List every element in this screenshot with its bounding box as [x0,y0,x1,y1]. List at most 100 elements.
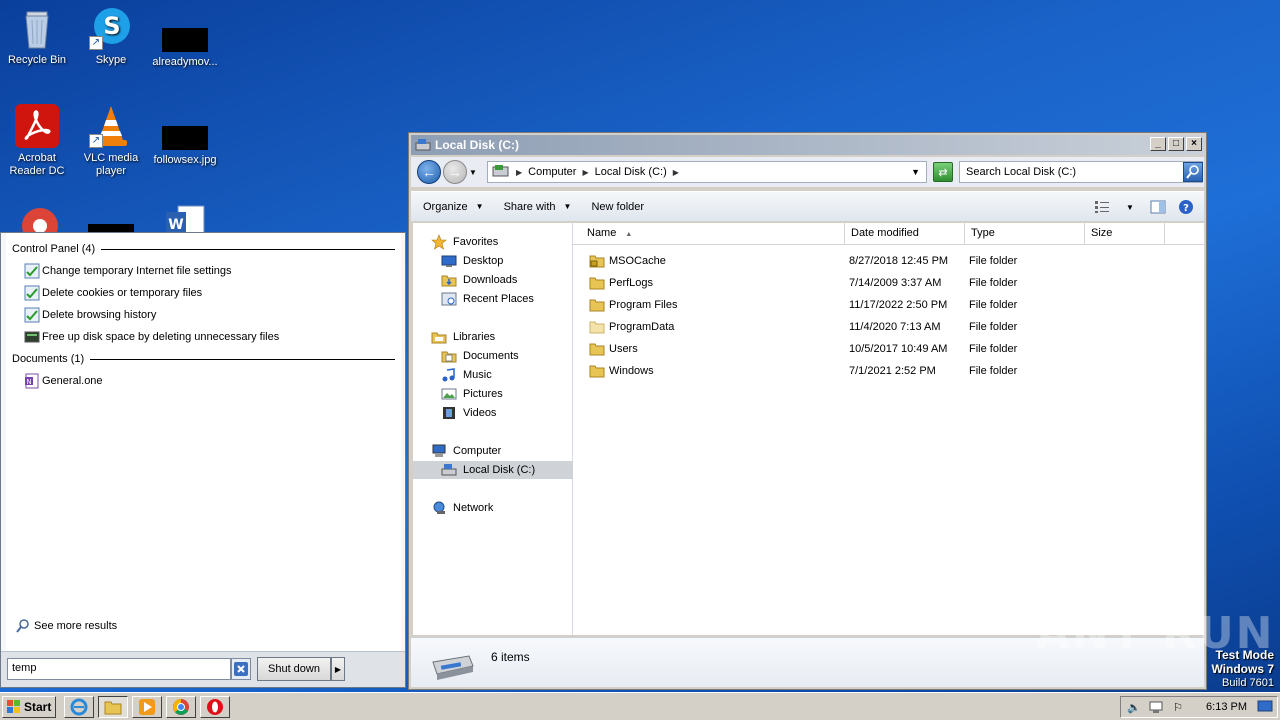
nav-network[interactable]: Network [431,499,493,517]
folder-icon [589,277,605,290]
action-center-flag-icon[interactable]: ⚐ [1169,699,1187,715]
column-header-name[interactable]: Name ▲ [573,223,845,245]
test-mode-notice: Test Mode Windows 7 Build 7601 [1211,648,1274,690]
downloads-folder-icon [441,272,457,288]
result-item-general-one[interactable]: N General.one [6,370,401,392]
breadcrumb-separator-icon[interactable]: ▶ [673,168,679,177]
address-bar[interactable]: ▶ Computer ▶ Local Disk (C:) ▶ ▼ [487,161,927,183]
nav-local-disk-selected[interactable]: Local Disk (C:) [413,461,573,479]
results-group-header-control-panel[interactable]: Control Panel (4) [6,238,401,260]
table-row[interactable]: PerfLogs 7/14/2009 3:37 AM File folder [573,273,1204,295]
nav-downloads[interactable]: Downloads [441,271,517,289]
clear-search-button[interactable] [231,658,251,680]
column-header-size[interactable]: Size [1085,223,1165,245]
explorer-search-input[interactable]: Search Local Disk (C:) [959,161,1203,183]
table-row[interactable]: Users 10/5/2017 10:49 AM File folder [573,339,1204,361]
address-dropdown-icon[interactable]: ▼ [911,167,920,177]
desktop-icon-recycle-bin[interactable]: Recycle Bin [0,6,74,67]
start-search-input[interactable]: temp [7,658,231,680]
window-titlebar[interactable]: Local Disk (C:) _ □ × [411,135,1204,155]
nav-favorites[interactable]: Favorites [431,233,498,251]
star-icon [431,234,447,250]
nav-desktop[interactable]: Desktop [441,252,503,270]
start-button[interactable]: Start [2,696,56,718]
chevron-down-icon: ▼ [475,202,484,211]
breadcrumb-computer[interactable]: Computer [528,166,576,178]
desktop-icon-followsex[interactable]: followsex.jpg [148,104,222,167]
view-options-dropdown[interactable]: ▼ [1120,197,1140,217]
internet-options-icon [24,307,40,323]
column-header-date[interactable]: Date modified [845,223,965,245]
table-row[interactable]: MSOCache 8/27/2018 12:45 PM File folder [573,251,1204,273]
nav-computer[interactable]: Computer [431,442,501,460]
see-more-results-link[interactable]: See more results [16,619,117,633]
black-file-desktop-icon[interactable] [88,224,134,232]
network-status-icon[interactable] [1147,699,1165,715]
nav-documents[interactable]: Documents [441,347,519,365]
svg-text:W: W [168,217,183,232]
desktop-icon-acrobat[interactable]: Acrobat Reader DC [0,104,74,178]
forward-button[interactable]: → [443,160,467,184]
chevron-down-icon: ▼ [563,202,572,211]
refresh-button[interactable]: ⇄ [933,162,953,182]
help-button[interactable]: ? [1176,197,1196,217]
file-name: PerfLogs [609,277,654,289]
breadcrumb-separator-icon[interactable]: ▶ [582,168,588,177]
file-name: Windows [609,365,654,377]
taskbar-clock[interactable]: 6:13 PM [1206,701,1247,713]
table-row[interactable]: Windows 7/1/2021 2:52 PM File folder [573,361,1204,383]
shutdown-options-button[interactable]: ▶ [331,657,345,681]
nav-videos[interactable]: Videos [441,404,496,422]
desktop-icon-alreadymoved[interactable]: alreadymov... [148,6,222,69]
nav-recent-places[interactable]: Recent Places [441,290,534,308]
table-row[interactable]: Program Files 11/17/2022 2:50 PM File fo… [573,295,1204,317]
nav-label: Videos [463,407,497,419]
result-item-disk-cleanup[interactable]: Free up disk space by deleting unnecessa… [6,326,401,348]
organize-menu[interactable]: Organize ▼ [411,192,494,221]
desktop-icon-vlc[interactable]: ↗ VLC media player [74,104,148,178]
desktop-icon [441,253,457,269]
nav-label: Music [463,369,492,381]
taskbar-explorer[interactable] [98,696,128,718]
minimize-button[interactable]: _ [1150,137,1166,151]
preview-pane-button[interactable] [1148,197,1168,217]
acrobat-icon [15,104,59,148]
computer-small-icon [492,164,510,180]
breadcrumb-local-disk[interactable]: Local Disk (C:) [595,166,667,178]
result-item-delete-history[interactable]: Delete browsing history [6,304,401,326]
music-note-icon [441,367,457,383]
history-dropdown-icon[interactable]: ▼ [469,168,477,177]
breadcrumb-separator-icon[interactable]: ▶ [516,168,522,177]
nav-pictures[interactable]: Pictures [441,385,503,403]
share-with-menu[interactable]: Share with ▼ [494,192,582,221]
speaker-icon[interactable]: 🔈 [1125,699,1143,715]
result-item-internet-settings[interactable]: Change temporary Internet file settings [6,260,401,282]
chrome-desktop-icon[interactable] [20,204,60,232]
new-folder-button[interactable]: New folder [581,192,654,221]
taskbar-opera[interactable] [200,696,230,718]
taskbar-internet-explorer[interactable] [64,696,94,718]
disk-cleanup-icon [24,329,40,345]
back-button[interactable]: ← [417,160,441,184]
taskbar-media-player[interactable] [132,696,162,718]
maximize-button[interactable]: □ [1168,137,1184,151]
internet-options-icon [24,285,40,301]
column-label: Name [587,227,617,239]
taskbar-chrome[interactable] [166,696,196,718]
nav-libraries[interactable]: Libraries [431,328,495,346]
build-label: Build 7601 [1222,677,1274,689]
column-header-type[interactable]: Type [965,223,1085,245]
results-group-header-documents[interactable]: Documents (1) [6,348,401,370]
close-button[interactable]: × [1186,137,1202,151]
table-row[interactable]: ProgramData 11/4/2020 7:13 AM File folde… [573,317,1204,339]
svg-text:N: N [26,378,31,386]
word-document-desktop-icon[interactable]: W [164,204,210,232]
search-button[interactable] [1183,162,1203,182]
start-menu: Control Panel (4) Change temporary Inter… [0,232,406,688]
desktop-icon-skype[interactable]: S ↗ Skype [74,6,148,67]
nav-music[interactable]: Music [441,366,492,384]
show-desktop-icon[interactable] [1257,700,1273,717]
result-item-delete-cookies[interactable]: Delete cookies or temporary files [6,282,401,304]
change-view-button[interactable] [1092,197,1112,217]
shutdown-button[interactable]: Shut down [257,657,331,681]
